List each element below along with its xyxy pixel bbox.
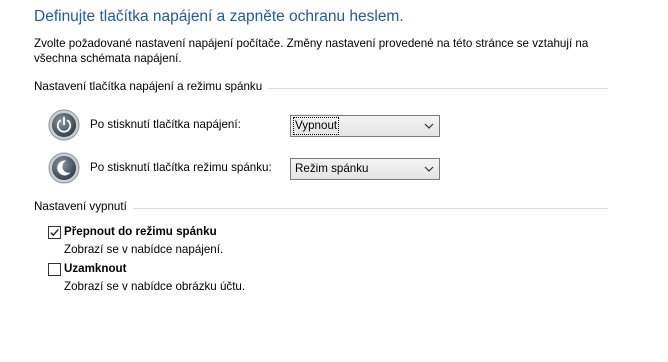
power-buttons-section-header: Nastavení tlačítka napájení a režimu spá… [34, 80, 608, 96]
lock-option-row[interactable]: Uzamknout [48, 262, 348, 278]
sleep-button-label: Po stisknutí tlačítka režimu spánku: [90, 161, 272, 174]
checkmark-icon [50, 228, 59, 237]
sleep-option-checkbox[interactable] [48, 226, 61, 239]
lock-option-description: Zobrazí se v nabídce obrázku účtu. [64, 280, 246, 293]
lock-option-checkbox[interactable] [48, 263, 61, 276]
power-button-icon [48, 109, 80, 141]
page-title: Definujte tlačítka napájení a zapněte oc… [34, 8, 404, 25]
sleep-button-setting-row: Po stisknutí tlačítka režimu spánku: Rež… [48, 152, 448, 186]
sleep-moon-icon [48, 152, 80, 184]
section-title: Nastavení tlačítka napájení a režimu spá… [34, 80, 269, 93]
section-title: Nastavení vypnutí [34, 200, 133, 213]
sleep-option-description: Zobrazí se v nabídce napájení. [64, 243, 224, 256]
power-button-action-dropdown[interactable]: Vypnout [290, 115, 440, 137]
shutdown-section-header: Nastavení vypnutí [34, 200, 608, 216]
sleep-button-action-dropdown[interactable]: Režim spánku [290, 158, 440, 180]
lock-option-label[interactable]: Uzamknout [64, 262, 126, 275]
chevron-down-icon [424, 166, 434, 172]
power-button-label: Po stisknutí tlačítka napájení: [90, 118, 241, 131]
power-options-page: Definujte tlačítka napájení a zapněte oc… [0, 0, 668, 362]
sleep-option-label[interactable]: Přepnout do režimu spánku [64, 225, 217, 238]
power-button-setting-row: Po stisknutí tlačítka napájení: Vypnout [48, 109, 448, 143]
chevron-down-icon [424, 123, 434, 129]
page-description: Zvolte požadované nastavení napájení poč… [34, 37, 589, 65]
dropdown-selected-value: Režim spánku [295, 162, 369, 175]
dropdown-selected-value: Vypnout [292, 117, 340, 135]
sleep-option-row[interactable]: Přepnout do režimu spánku [48, 225, 348, 241]
